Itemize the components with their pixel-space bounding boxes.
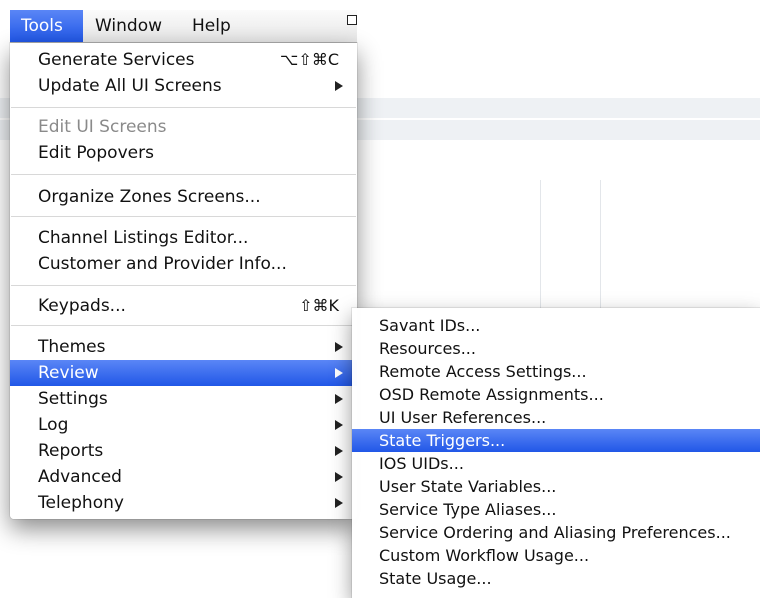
- submenu-item-label: Resources...: [379, 339, 476, 358]
- submenu-item-resources[interactable]: Resources...: [352, 337, 760, 360]
- keyboard-shortcut: ⇧⌘K: [299, 296, 339, 315]
- menu-item-update-all-ui-screens[interactable]: Update All UI Screens: [10, 73, 357, 99]
- menu-item-label: Update All UI Screens: [38, 76, 222, 96]
- window-corner-icon: [347, 15, 357, 25]
- submenu-item-label: State Triggers...: [379, 431, 506, 450]
- menu-item-label: Log: [38, 415, 69, 435]
- menu-item-label: Advanced: [38, 467, 122, 487]
- submenu-item-label: Custom Workflow Usage...: [379, 546, 590, 565]
- submenu-item-state-usage[interactable]: State Usage...: [352, 567, 760, 590]
- submenu-item-service-type-aliases[interactable]: Service Type Aliases...: [352, 498, 760, 521]
- submenu-arrow-icon: [335, 368, 343, 378]
- submenu-arrow-icon: [335, 446, 343, 456]
- menu-item-reports[interactable]: Reports: [10, 438, 357, 464]
- submenu-item-label: IOS UIDs...: [379, 454, 464, 473]
- submenu-item-osd-remote-assignments[interactable]: OSD Remote Assignments...: [352, 383, 760, 406]
- menu-separator: [11, 285, 356, 286]
- menu-item-edit-ui-screens: Edit UI Screens: [10, 114, 357, 140]
- menu-item-label: Telephony: [38, 493, 124, 513]
- menu-separator: [11, 174, 356, 175]
- menu-item-label: Keypads...: [38, 296, 126, 316]
- menu-item-label: Reports: [38, 441, 104, 461]
- menubar-help[interactable]: Help: [181, 10, 242, 42]
- submenu-item-label: State Usage...: [379, 569, 492, 588]
- submenu-item-custom-workflow-usage[interactable]: Custom Workflow Usage...: [352, 544, 760, 567]
- menubar-tools[interactable]: Tools: [10, 10, 83, 42]
- menu-item-label: Themes: [38, 337, 106, 357]
- menu-item-customer-provider-info[interactable]: Customer and Provider Info...: [10, 251, 357, 277]
- menu-item-organize-zones-screens[interactable]: Organize Zones Screens...: [10, 184, 357, 210]
- submenu-arrow-icon: [335, 498, 343, 508]
- menu-item-log[interactable]: Log: [10, 412, 357, 438]
- menu-item-label: Generate Services: [38, 50, 195, 70]
- menu-item-label: Settings: [38, 389, 108, 409]
- submenu-item-label: UI User References...: [379, 408, 547, 427]
- menu-item-channel-listings-editor[interactable]: Channel Listings Editor...: [10, 225, 357, 251]
- submenu-arrow-icon: [335, 81, 343, 91]
- menu-item-label: Channel Listings Editor...: [38, 228, 249, 248]
- tools-menu: Generate Services ⌥⇧⌘C Update All UI Scr…: [10, 43, 357, 519]
- menu-separator: [11, 325, 356, 326]
- submenu-item-service-ordering-aliasing[interactable]: Service Ordering and Aliasing Preference…: [352, 521, 760, 544]
- menu-item-label: Review: [38, 363, 99, 383]
- menu-item-label: Edit UI Screens: [38, 117, 167, 137]
- menu-separator: [11, 216, 356, 217]
- menu-item-label: Edit Popovers: [38, 143, 154, 163]
- submenu-arrow-icon: [335, 342, 343, 352]
- menu-item-themes[interactable]: Themes: [10, 334, 357, 360]
- keyboard-shortcut: ⌥⇧⌘C: [279, 50, 339, 69]
- submenu-arrow-icon: [335, 394, 343, 404]
- menu-item-telephony[interactable]: Telephony: [10, 490, 357, 516]
- submenu-item-user-state-variables[interactable]: User State Variables...: [352, 475, 760, 498]
- submenu-arrow-icon: [335, 420, 343, 430]
- submenu-arrow-icon: [335, 472, 343, 482]
- submenu-item-label: User State Variables...: [379, 477, 557, 496]
- menu-item-keypads[interactable]: Keypads... ⇧⌘K: [10, 293, 357, 319]
- menu-separator: [11, 107, 356, 108]
- submenu-item-label: Remote Access Settings...: [379, 362, 587, 381]
- submenu-item-ios-uids[interactable]: IOS UIDs...: [352, 452, 760, 475]
- submenu-item-label: Savant IDs...: [379, 316, 481, 335]
- menu-bar: Tools Window Help: [10, 10, 357, 43]
- submenu-item-remote-access-settings[interactable]: Remote Access Settings...: [352, 360, 760, 383]
- menu-item-generate-services[interactable]: Generate Services ⌥⇧⌘C: [10, 47, 357, 73]
- submenu-item-savant-ids[interactable]: Savant IDs...: [352, 314, 760, 337]
- submenu-item-ui-user-references[interactable]: UI User References...: [352, 406, 760, 429]
- menu-item-label: Organize Zones Screens...: [38, 187, 261, 207]
- submenu-item-label: Service Ordering and Aliasing Preference…: [379, 523, 731, 542]
- review-submenu: Savant IDs... Resources... Remote Access…: [352, 308, 760, 598]
- menu-item-advanced[interactable]: Advanced: [10, 464, 357, 490]
- menubar-window[interactable]: Window: [84, 10, 173, 42]
- menu-item-settings[interactable]: Settings: [10, 386, 357, 412]
- submenu-item-label: Service Type Aliases...: [379, 500, 557, 519]
- menu-item-review[interactable]: Review: [10, 360, 357, 386]
- menu-item-edit-popovers[interactable]: Edit Popovers: [10, 140, 357, 166]
- submenu-item-state-triggers[interactable]: State Triggers...: [352, 429, 760, 452]
- submenu-item-label: OSD Remote Assignments...: [379, 385, 604, 404]
- menu-item-label: Customer and Provider Info...: [38, 254, 287, 274]
